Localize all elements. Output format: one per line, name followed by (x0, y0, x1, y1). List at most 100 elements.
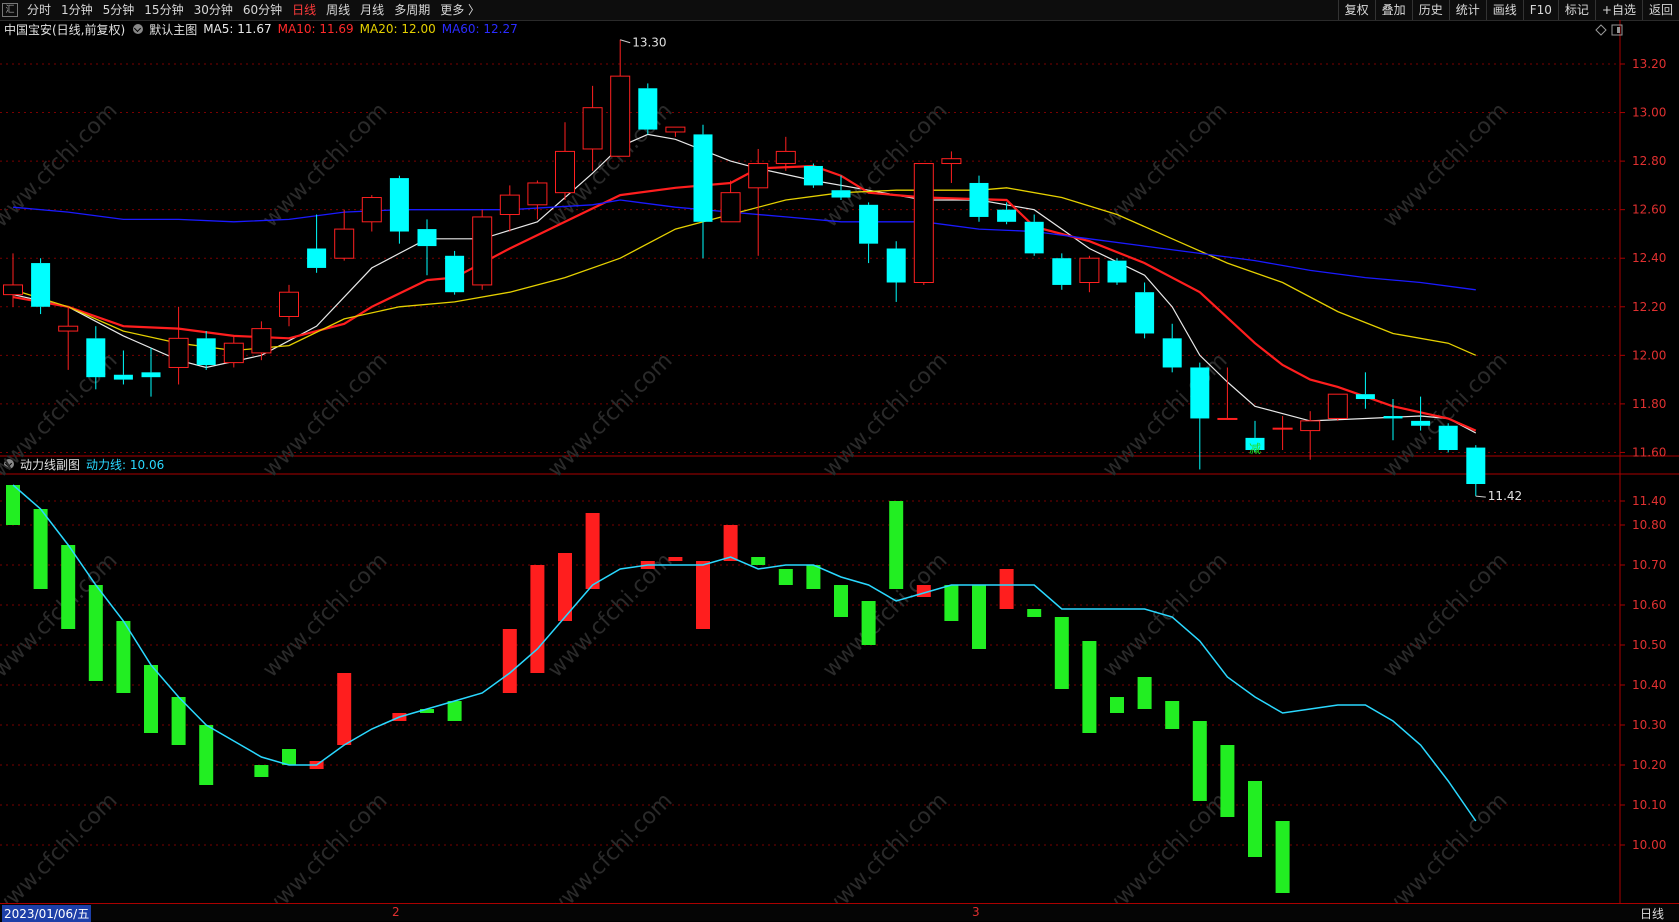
candle[interactable] (1079, 255, 1100, 293)
watermark-text: www.cfchi.com (258, 548, 392, 682)
candle[interactable] (693, 124, 713, 259)
candle[interactable] (610, 39, 631, 157)
candle-body (1079, 257, 1100, 284)
candle[interactable] (1272, 416, 1293, 451)
candle[interactable] (1107, 258, 1127, 285)
candle[interactable] (1327, 393, 1348, 421)
candle[interactable] (196, 331, 216, 370)
candle[interactable] (859, 202, 879, 264)
candle[interactable] (638, 83, 658, 135)
candle-body (1438, 425, 1458, 451)
power-bar (447, 701, 462, 721)
kline-chart[interactable]: www.cfchi.com www.cfchi.com www.cfchi.com w… (0, 0, 1679, 903)
power-bar (668, 557, 683, 561)
power-bar (282, 749, 296, 765)
power-bar (1027, 609, 1042, 617)
watermark-text: www.cfchi.com (1378, 98, 1512, 232)
candle[interactable] (223, 335, 244, 368)
candle[interactable] (31, 258, 51, 315)
candle[interactable] (665, 126, 686, 137)
candle[interactable] (720, 180, 741, 223)
candle-body (1466, 447, 1486, 485)
main-axis-label: 11.60 (1632, 445, 1666, 459)
candle[interactable] (969, 175, 989, 222)
candle[interactable] (1466, 445, 1486, 497)
candle-body (417, 229, 437, 247)
candle[interactable] (1438, 423, 1458, 453)
candle[interactable] (445, 250, 465, 295)
candle-body (307, 248, 327, 268)
sub-axis-label: 10.30 (1632, 718, 1666, 732)
candle[interactable] (1052, 253, 1072, 290)
period-label: 日线 (1640, 907, 1665, 921)
power-bar (999, 569, 1014, 609)
candle[interactable] (251, 321, 272, 361)
month-mark-2: 2 (392, 905, 400, 919)
candle-body (1327, 393, 1348, 419)
candle[interactable] (941, 151, 962, 183)
sub-axis-label: 10.50 (1632, 638, 1666, 652)
sub-axis-label: 10.20 (1632, 758, 1666, 772)
ma-line-ma5 (12, 133, 1477, 434)
candle[interactable] (389, 175, 409, 244)
candle[interactable] (279, 284, 299, 327)
candle[interactable] (748, 148, 769, 256)
candle[interactable] (361, 195, 382, 232)
candle-body (969, 182, 989, 217)
candle-body (665, 126, 686, 133)
candle[interactable] (499, 185, 520, 232)
main-axis-label: 13.00 (1632, 106, 1666, 120)
candle[interactable] (1355, 372, 1375, 409)
candle[interactable] (417, 219, 437, 276)
candle[interactable] (555, 122, 575, 200)
power-bar (530, 565, 545, 673)
candle[interactable] (1135, 282, 1155, 339)
candle[interactable] (472, 209, 493, 290)
candle[interactable] (307, 214, 327, 273)
candle-body (610, 75, 631, 157)
candle-body (582, 107, 603, 150)
candle-body (913, 163, 934, 284)
main-axis-label: 13.20 (1632, 57, 1666, 71)
candle[interactable] (886, 241, 906, 302)
power-bar (1110, 697, 1124, 713)
candle-body (31, 263, 51, 307)
date-axis-bar: 2023/01/06/五 2 3 日线 (0, 903, 1679, 922)
power-bar (199, 725, 214, 785)
low-price-label: 11.42 (1488, 489, 1522, 503)
power-bar (1082, 641, 1097, 733)
watermark-text: www.cfchi.com (1378, 548, 1512, 682)
candle[interactable] (58, 306, 79, 370)
candle[interactable] (1162, 323, 1182, 373)
candle[interactable] (1190, 362, 1210, 470)
sub-axis-label: 10.80 (1632, 518, 1666, 532)
candle-body (389, 178, 409, 232)
candle-body (1383, 416, 1403, 419)
candle[interactable] (913, 163, 934, 285)
candle-body (693, 134, 713, 222)
watermark-text: www.cfchi.com (818, 788, 952, 903)
power-bar (585, 513, 600, 589)
diamond-icon[interactable] (1595, 24, 1607, 36)
candle-body (527, 182, 548, 206)
candle[interactable] (775, 136, 796, 171)
power-bar (723, 525, 738, 561)
candle[interactable] (168, 306, 189, 385)
main-axis-label: 11.40 (1632, 494, 1666, 508)
candle-body (86, 338, 106, 378)
main-axis-label: 12.20 (1632, 300, 1666, 314)
candle-body (941, 158, 962, 165)
signal-marker: 减 (1249, 442, 1261, 456)
candle-body (638, 88, 658, 130)
candle-body (1355, 394, 1375, 400)
candle[interactable] (334, 209, 355, 261)
candle-body (168, 337, 189, 368)
power-bar (751, 557, 766, 565)
candle[interactable] (803, 163, 823, 188)
power-bar (61, 545, 76, 629)
candle-body (251, 328, 272, 354)
power-bar (806, 565, 821, 589)
candle[interactable] (1383, 399, 1403, 441)
candle-body (803, 165, 823, 186)
power-bar (116, 621, 131, 693)
